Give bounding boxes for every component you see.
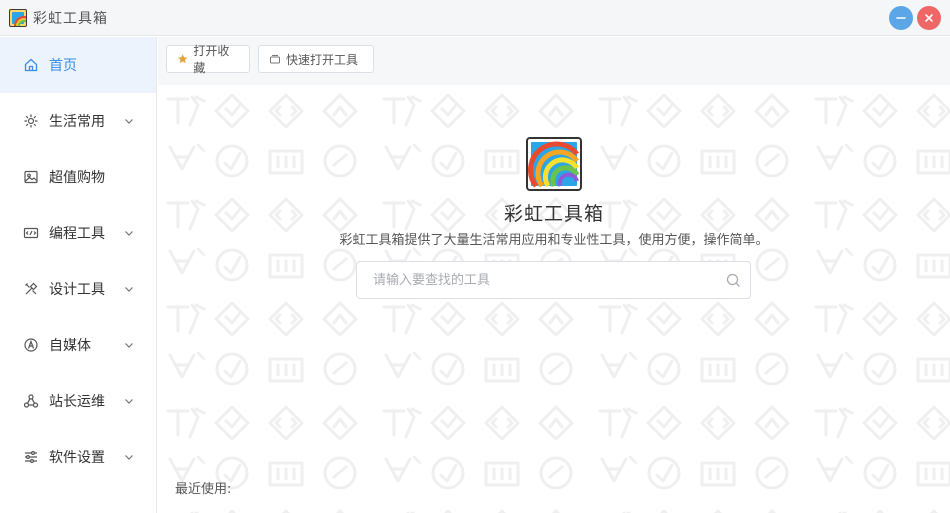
close-icon bbox=[925, 14, 933, 22]
chevron-down-icon bbox=[125, 231, 133, 236]
chevron-down-icon bbox=[125, 343, 133, 348]
open-favorites-button[interactable]: 打开收藏 bbox=[166, 44, 250, 75]
sidebar-item-programming[interactable]: 编程工具 bbox=[0, 205, 156, 261]
sidebar-item-settings[interactable]: 软件设置 bbox=[0, 429, 156, 485]
sidebar-item-label: 自媒体 bbox=[49, 338, 91, 354]
layers-icon bbox=[270, 55, 280, 64]
sidebar-item-webmaster[interactable]: 站长运维 bbox=[0, 373, 156, 429]
star-icon bbox=[177, 54, 188, 64]
app-logo-icon bbox=[9, 8, 27, 27]
minus-icon bbox=[896, 17, 906, 19]
sidebar-item-label: 首页 bbox=[49, 58, 77, 74]
title-bar: 彩虹工具箱 bbox=[0, 0, 950, 36]
main-content: 打开收藏 快速打开工具 彩虹工具箱 彩虹工具箱提供了大量生活常用应用和专业性工具… bbox=[158, 37, 950, 513]
search-icon[interactable] bbox=[726, 273, 741, 288]
network-icon bbox=[23, 393, 39, 409]
code-icon bbox=[23, 225, 39, 241]
chevron-down-icon bbox=[125, 287, 133, 292]
home-icon bbox=[23, 57, 39, 73]
recent-label: 最近使用: bbox=[175, 482, 232, 497]
hero-subtitle: 彩虹工具箱提供了大量生活常用应用和专业性工具，使用方便，操作简单。 bbox=[339, 233, 769, 248]
photo-icon bbox=[23, 169, 39, 185]
toolbar: 打开收藏 快速打开工具 bbox=[158, 37, 950, 85]
sparkle-icon bbox=[23, 113, 39, 129]
sidebar-item-design[interactable]: 设计工具 bbox=[0, 261, 156, 317]
search-input[interactable] bbox=[357, 262, 750, 298]
chevron-down-icon bbox=[125, 455, 133, 460]
quick-open-label: 快速打开工具 bbox=[286, 52, 359, 67]
chevron-down-icon bbox=[125, 119, 133, 124]
open-favorites-label: 打开收藏 bbox=[193, 44, 230, 75]
sidebar-item-label: 站长运维 bbox=[49, 394, 105, 410]
sidebar-item-daily[interactable]: 生活常用 bbox=[0, 93, 156, 149]
sidebar-item-label: 超值购物 bbox=[49, 170, 105, 186]
sidebar-item-label: 软件设置 bbox=[49, 450, 105, 466]
rainbow-logo-icon bbox=[526, 137, 582, 191]
quick-open-button[interactable]: 快速打开工具 bbox=[258, 45, 374, 73]
sliders-icon bbox=[23, 449, 39, 465]
sidebar: 首页 生活常用 超值购物 编程工具 设计工具 自媒体 站长运维 软件设置 bbox=[0, 37, 157, 513]
tools-icon bbox=[23, 281, 39, 297]
minimize-button[interactable] bbox=[889, 6, 913, 30]
search-box bbox=[356, 261, 751, 299]
close-button[interactable] bbox=[917, 6, 941, 30]
sidebar-item-label: 生活常用 bbox=[49, 114, 105, 130]
hero-title: 彩虹工具箱 bbox=[503, 203, 604, 225]
sidebar-item-home[interactable]: 首页 bbox=[0, 37, 156, 93]
app-title: 彩虹工具箱 bbox=[33, 10, 108, 27]
chevron-down-icon bbox=[125, 399, 133, 404]
sidebar-item-label: 编程工具 bbox=[49, 226, 105, 242]
media-icon bbox=[23, 337, 39, 353]
sidebar-item-label: 设计工具 bbox=[49, 282, 105, 298]
sidebar-item-shopping[interactable]: 超值购物 bbox=[0, 149, 156, 205]
sidebar-item-media[interactable]: 自媒体 bbox=[0, 317, 156, 373]
